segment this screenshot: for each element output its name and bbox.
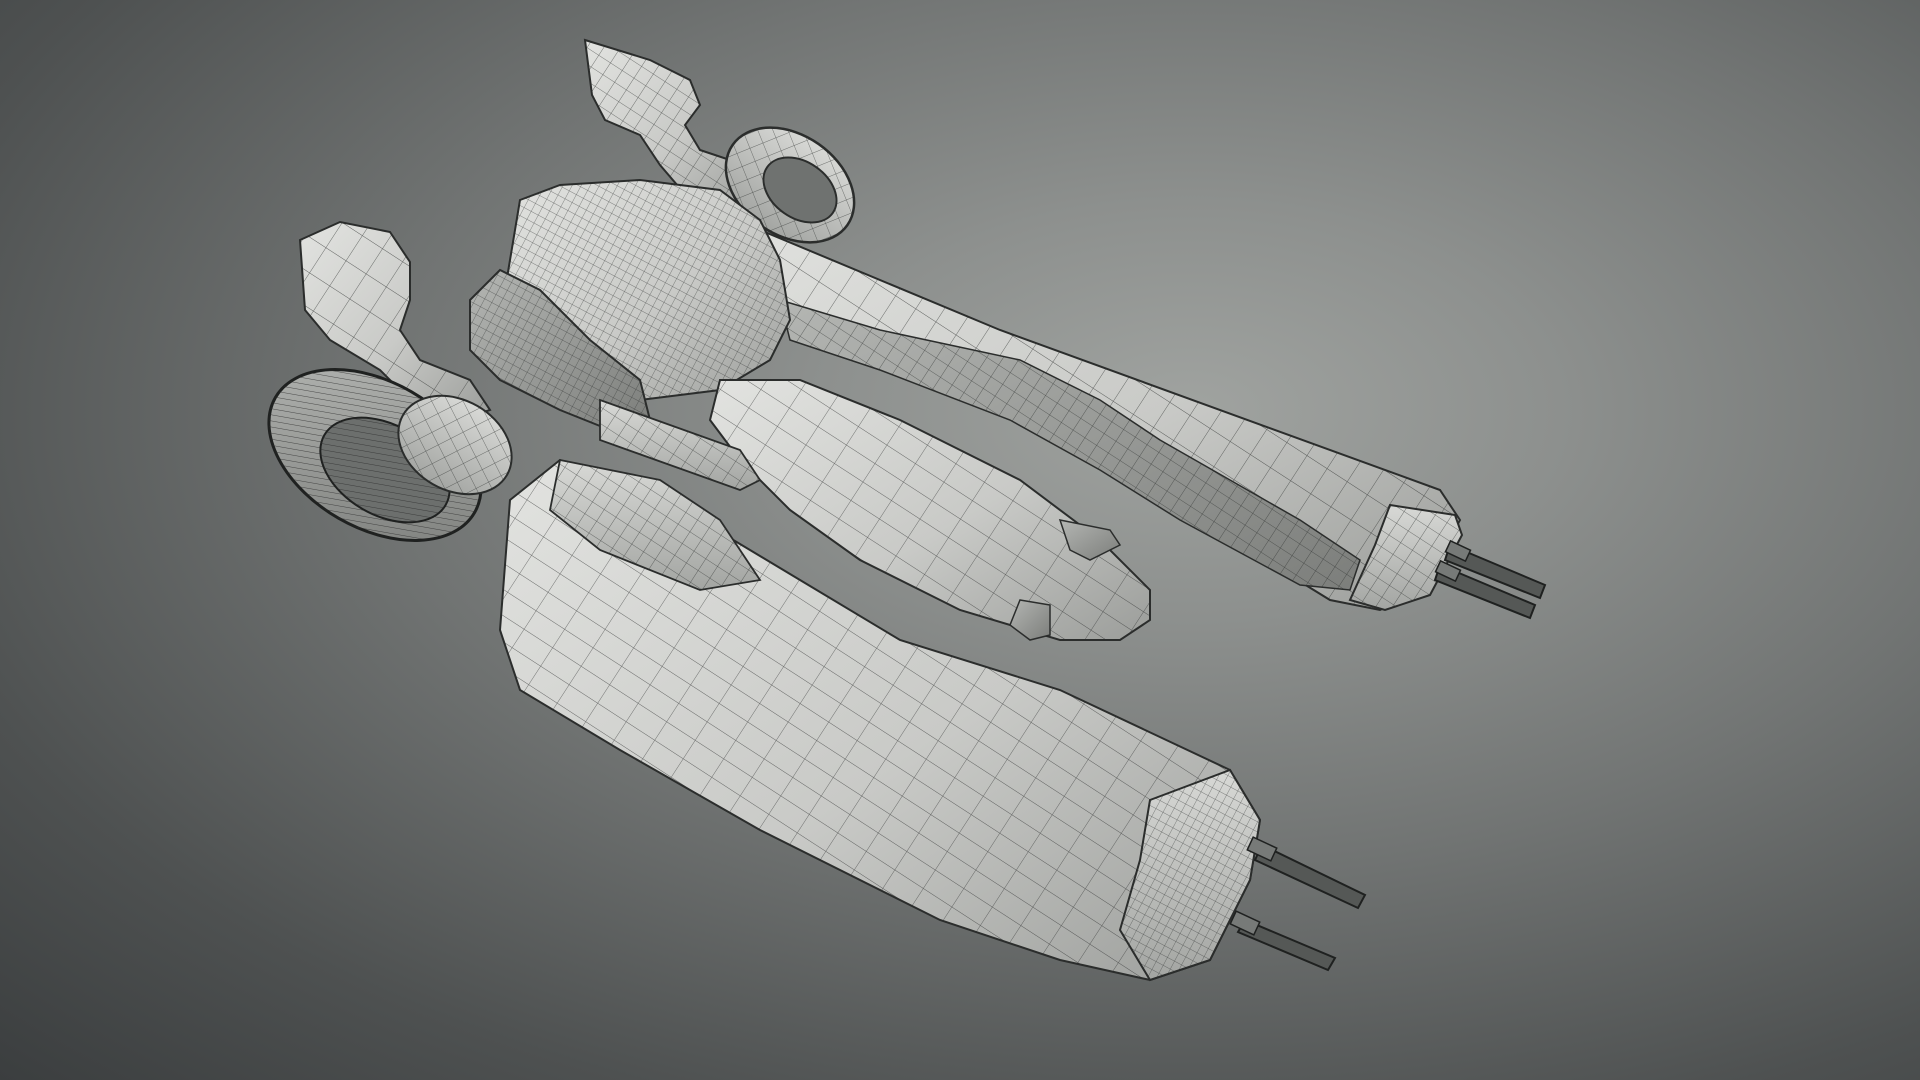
- right-boom-prongs: [1433, 539, 1547, 620]
- 3d-viewport[interactable]: [0, 0, 1920, 1080]
- hover-bike-model: [267, 38, 1547, 982]
